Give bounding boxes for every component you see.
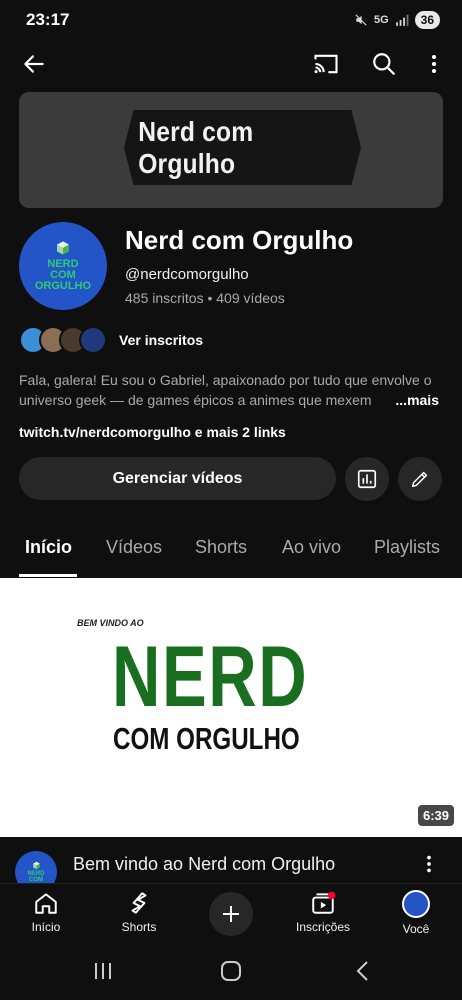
user-avatar xyxy=(402,890,430,918)
description-line-1: Fala, galera! Eu sou o Gabriel, apaixona… xyxy=(19,372,432,388)
channel-name: Nerd com Orgulho xyxy=(125,225,354,255)
home-button-icon[interactable] xyxy=(219,959,243,983)
tab-inicio[interactable]: Início xyxy=(25,537,72,558)
thumbnail-title: NERD xyxy=(112,629,309,725)
status-time: 23:17 xyxy=(26,10,70,29)
subscriptions-icon xyxy=(312,891,336,914)
active-tab-indicator xyxy=(19,574,77,577)
back-button[interactable] xyxy=(18,48,50,80)
back-arrow-icon xyxy=(24,55,44,73)
thumbnail-subtitle: COM ORGULHO xyxy=(113,721,300,756)
system-back-icon[interactable] xyxy=(352,959,374,983)
tab-videos[interactable]: Vídeos xyxy=(106,537,162,558)
subscriber-avatar xyxy=(79,326,107,354)
home-icon xyxy=(35,893,57,914)
channel-description[interactable]: Fala, galera! Eu sou o Gabriel, apaixona… xyxy=(19,370,439,410)
nav-inscricoes[interactable]: Inscrições xyxy=(288,890,358,934)
view-subscribers-link[interactable]: Ver inscritos xyxy=(119,332,203,348)
cast-button[interactable] xyxy=(310,48,342,80)
search-icon xyxy=(373,53,395,75)
signal-icon xyxy=(395,14,409,26)
analytics-button[interactable] xyxy=(345,457,389,501)
channel-links[interactable]: twitch.tv/nerdcomorgulho e mais 2 links xyxy=(19,424,286,440)
pencil-icon xyxy=(411,471,428,488)
network-label: 5G xyxy=(373,14,389,26)
channel-tabs: Início Vídeos Shorts Ao vivo Playlists xyxy=(0,522,462,578)
nav-label: Shorts xyxy=(121,920,157,934)
cube-logo-icon xyxy=(32,861,40,870)
more-options-button[interactable] xyxy=(418,48,450,80)
video-menu-button[interactable] xyxy=(418,853,440,880)
description-line-2: universo geek — de games épicos a animes… xyxy=(19,392,372,408)
avatar-line-3: ORGULHO xyxy=(34,280,92,292)
nav-label: Você xyxy=(402,922,430,936)
more-link[interactable]: ...mais xyxy=(395,390,439,410)
nav-label: Inscrições xyxy=(295,920,351,934)
tab-playlists[interactable]: Playlists xyxy=(374,537,440,558)
banner-logo: Nerd com Orgulho xyxy=(124,110,361,185)
video-thumbnail[interactable]: BEM VINDO AO NERD COM ORGULHO 6:39 xyxy=(0,578,462,837)
thumbnail-caption: BEM VINDO AO xyxy=(77,618,144,628)
cube-logo-icon xyxy=(57,241,69,255)
bottom-navigation: Início Shorts Inscrições Você xyxy=(0,883,462,945)
plus-icon xyxy=(223,906,239,922)
system-navigation xyxy=(0,945,462,1000)
nav-voce[interactable]: Você xyxy=(381,890,451,936)
recents-icon[interactable] xyxy=(92,959,114,983)
tab-ao-vivo[interactable]: Ao vivo xyxy=(282,537,341,558)
nav-shorts[interactable]: Shorts xyxy=(104,890,174,934)
channel-stats: 485 inscritos • 409 vídeos xyxy=(125,290,285,306)
battery-indicator: 36 xyxy=(414,11,440,29)
cast-icon xyxy=(314,54,338,74)
channel-avatar[interactable]: NERD COM ORGULHO xyxy=(19,222,107,310)
more-vert-icon xyxy=(427,855,431,873)
subscribers-row[interactable]: Ver inscritos xyxy=(19,324,203,356)
video-duration: 6:39 xyxy=(417,805,454,826)
banner-text: Nerd com Orgulho xyxy=(138,115,254,179)
nav-label: Início xyxy=(31,920,61,934)
more-vert-icon xyxy=(432,55,436,73)
top-app-bar xyxy=(0,44,462,84)
shorts-icon xyxy=(131,892,147,914)
channel-banner: Nerd com Orgulho xyxy=(19,92,443,208)
mute-icon xyxy=(355,14,367,26)
search-button[interactable] xyxy=(368,48,400,80)
create-button[interactable] xyxy=(209,892,253,936)
manage-videos-button[interactable]: Gerenciar vídeos xyxy=(19,457,336,500)
video-title[interactable]: Bem vindo ao Nerd com Orgulho xyxy=(73,854,335,875)
analytics-icon xyxy=(357,469,377,489)
status-bar: 23:17 5G 36 xyxy=(0,0,462,40)
tab-shorts[interactable]: Shorts xyxy=(195,537,247,558)
nav-inicio[interactable]: Início xyxy=(11,890,81,934)
edit-channel-button[interactable] xyxy=(398,457,442,501)
status-icons: 5G 36 xyxy=(354,11,440,29)
channel-handle: @nerdcomorgulho xyxy=(125,266,249,283)
